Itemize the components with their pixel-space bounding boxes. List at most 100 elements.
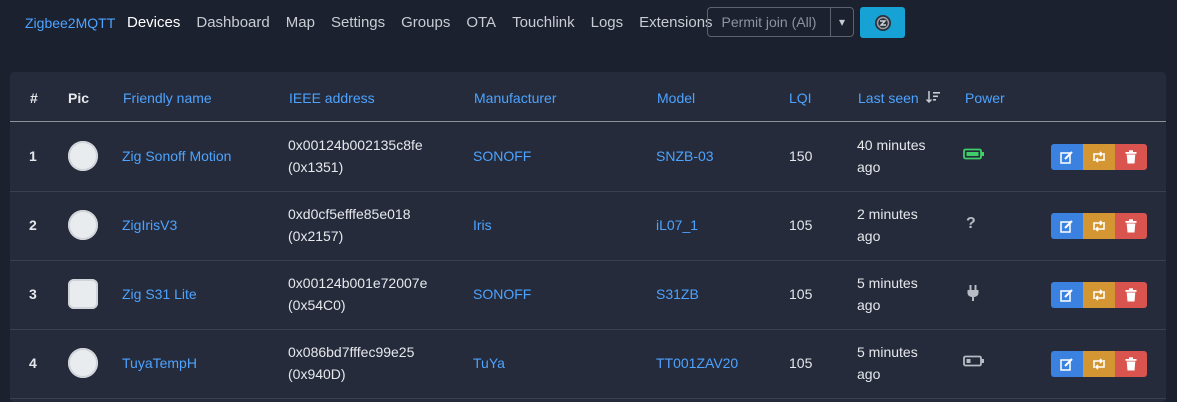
model-link[interactable]: SNZB-03 (656, 148, 714, 164)
navbar: Zigbee2MQTT Devices Dashboard Map Settin… (0, 0, 1177, 48)
device-image (68, 210, 98, 240)
retweet-icon (1093, 289, 1105, 301)
last-seen-value: 5 minutes (857, 344, 918, 360)
reconfigure-button[interactable] (1083, 144, 1115, 170)
edit-icon (1060, 220, 1073, 233)
model-link[interactable]: S31ZB (656, 286, 699, 302)
model-link[interactable]: TT001ZAV20 (656, 355, 738, 371)
table-row: 2 ZigIrisV3 0xd0cf5efffe85e018 (0x2157) … (10, 191, 1166, 261)
row-actions (1051, 282, 1147, 308)
reconfigure-button[interactable] (1083, 351, 1115, 377)
table-row: 3 Zig S31 Lite 0x00124b001e72007e (0x54C… (10, 260, 1166, 330)
header-ieee-address[interactable]: IEEE address (289, 90, 375, 106)
permit-join-target-button[interactable] (860, 7, 905, 38)
trash-icon (1125, 219, 1137, 233)
last-seen-suffix: ago (857, 366, 881, 382)
question-icon: ? (966, 215, 976, 232)
last-seen-value: 40 minutes (857, 137, 926, 153)
nav-touchlink[interactable]: Touchlink (512, 14, 575, 31)
edit-icon (1060, 358, 1073, 371)
retweet-icon (1093, 358, 1105, 370)
zigbee-icon (874, 14, 891, 31)
reconfigure-button[interactable] (1083, 213, 1115, 239)
lqi-value: 105 (789, 355, 813, 371)
model-link[interactable]: iL07_1 (656, 217, 698, 233)
plug-icon (966, 284, 980, 305)
device-name-link[interactable]: Zig S31 Lite (122, 286, 197, 302)
header-num: # (30, 90, 38, 106)
battery-low-icon (963, 354, 985, 370)
chevron-down-icon[interactable]: ▾ (831, 15, 853, 29)
nav-extensions[interactable]: Extensions (639, 14, 712, 31)
rename-button[interactable] (1051, 282, 1083, 308)
header-manufacturer[interactable]: Manufacturer (474, 90, 556, 106)
last-seen-value: 5 minutes (857, 275, 918, 291)
trash-icon (1125, 150, 1137, 164)
nav-map[interactable]: Map (286, 14, 315, 31)
sort-desc-icon (925, 91, 940, 104)
last-seen-suffix: ago (857, 159, 881, 175)
reconfigure-button[interactable] (1083, 282, 1115, 308)
header-power[interactable]: Power (965, 90, 1005, 106)
ieee-address: 0x00124b001e72007e (0x54C0) (288, 272, 427, 316)
nav-settings[interactable]: Settings (331, 14, 385, 31)
delete-button[interactable] (1115, 213, 1147, 239)
rename-button[interactable] (1051, 351, 1083, 377)
row-num: 3 (29, 286, 37, 302)
edit-icon (1060, 151, 1073, 164)
ieee-value: 0xd0cf5efffe85e018 (288, 206, 411, 222)
nav-logs[interactable]: Logs (591, 14, 624, 31)
battery-high-icon (963, 147, 985, 163)
permit-join-button[interactable]: Permit join (All) (708, 8, 831, 36)
ieee-value: 0x00124b002135c8fe (288, 137, 423, 153)
table-row: 4 TuyaTempH 0x086bd7fffec99e25 (0x940D) … (10, 329, 1166, 399)
nav-groups[interactable]: Groups (401, 14, 450, 31)
header-model[interactable]: Model (657, 90, 695, 106)
last-seen-suffix: ago (857, 297, 881, 313)
ieee-address: 0x00124b002135c8fe (0x1351) (288, 134, 423, 178)
nav-links: Devices Dashboard Map Settings Groups OT… (127, 14, 729, 31)
ieee-value: 0x00124b001e72007e (288, 275, 428, 291)
device-name-link[interactable]: ZigIrisV3 (122, 217, 177, 233)
device-image (68, 141, 98, 171)
device-image (68, 279, 98, 309)
trash-icon (1125, 288, 1137, 302)
row-num: 2 (29, 217, 37, 233)
rename-button[interactable] (1051, 213, 1083, 239)
device-name-link[interactable]: TuyaTempH (122, 355, 197, 371)
brand-link[interactable]: Zigbee2MQTT (25, 15, 115, 31)
manufacturer-link[interactable]: Iris (473, 217, 492, 233)
header-lqi[interactable]: LQI (789, 90, 812, 106)
header-pic: Pic (68, 90, 90, 106)
delete-button[interactable] (1115, 144, 1147, 170)
retweet-icon (1093, 220, 1105, 232)
last-seen-suffix: ago (857, 228, 881, 244)
table-row: 1 Zig Sonoff Motion 0x00124b002135c8fe (… (10, 122, 1166, 192)
ieee-address: 0x086bd7fffec99e25 (0x940D) (288, 341, 414, 385)
nav-dashboard[interactable]: Dashboard (196, 14, 269, 31)
network-address: (0x54C0) (288, 297, 346, 313)
nav-devices[interactable]: Devices (127, 14, 180, 31)
nav-ota[interactable]: OTA (466, 14, 496, 31)
permit-join-select[interactable]: Permit join (All) ▾ (707, 7, 854, 37)
header-friendly-name[interactable]: Friendly name (123, 90, 212, 106)
retweet-icon (1093, 151, 1105, 163)
ieee-value: 0x086bd7fffec99e25 (288, 344, 415, 360)
rename-button[interactable] (1051, 144, 1083, 170)
device-image (68, 348, 98, 378)
delete-button[interactable] (1115, 282, 1147, 308)
device-name-link[interactable]: Zig Sonoff Motion (122, 148, 231, 164)
row-num: 4 (29, 355, 37, 371)
lqi-value: 150 (789, 148, 813, 164)
lqi-value: 105 (789, 217, 813, 233)
manufacturer-link[interactable]: TuYa (473, 355, 505, 371)
header-last-seen-label: Last seen (858, 90, 919, 106)
header-last-seen[interactable]: Last seen (858, 90, 940, 106)
row-actions (1051, 213, 1147, 239)
last-seen: 5 minutes ago (857, 272, 918, 316)
manufacturer-link[interactable]: SONOFF (473, 286, 531, 302)
delete-button[interactable] (1115, 351, 1147, 377)
manufacturer-link[interactable]: SONOFF (473, 148, 531, 164)
network-address: (0x940D) (288, 366, 346, 382)
network-address: (0x2157) (288, 228, 344, 244)
